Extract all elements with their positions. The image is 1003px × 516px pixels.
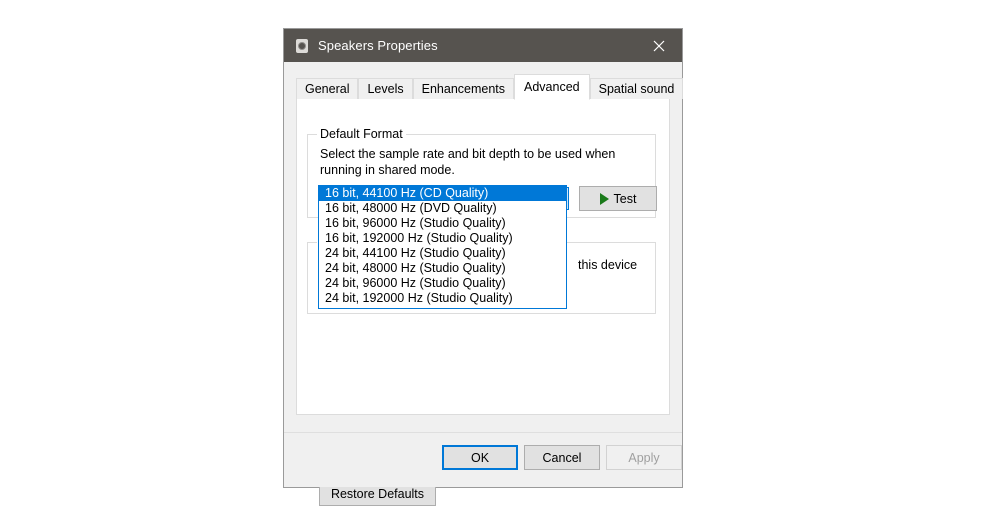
dropdown-option[interactable]: 24 bit, 48000 Hz (Studio Quality)	[319, 261, 566, 276]
dropdown-option[interactable]: 24 bit, 44100 Hz (Studio Quality)	[319, 246, 566, 261]
tab-spatial-sound[interactable]: Spatial sound	[589, 78, 684, 99]
dropdown-option[interactable]: 16 bit, 44100 Hz (CD Quality)	[319, 186, 566, 201]
test-button[interactable]: Test	[579, 186, 657, 211]
window-title: Speakers Properties	[318, 38, 438, 53]
test-button-label: Test	[613, 191, 637, 206]
tab-general[interactable]: General	[296, 78, 359, 99]
dropdown-option[interactable]: 24 bit, 192000 Hz (Studio Quality)	[319, 291, 566, 306]
tab-strip: General Levels Enhancements Advanced Spa…	[296, 71, 684, 100]
default-format-description: Select the sample rate and bit depth to …	[320, 147, 616, 177]
close-icon[interactable]	[636, 29, 682, 62]
default-format-group-title: Default Format	[317, 127, 406, 141]
dropdown-option[interactable]: 24 bit, 96000 Hz (Studio Quality)	[319, 276, 566, 291]
cancel-button-label: Cancel	[542, 450, 582, 465]
apply-button: Apply	[606, 445, 682, 470]
play-icon	[599, 192, 609, 205]
dropdown-option[interactable]: 16 bit, 96000 Hz (Studio Quality)	[319, 216, 566, 231]
tab-advanced[interactable]: Advanced	[514, 74, 590, 100]
cancel-button[interactable]: Cancel	[524, 445, 600, 470]
title-bar: Speakers Properties	[284, 29, 682, 62]
ok-button[interactable]: OK	[442, 445, 518, 470]
apply-button-label: Apply	[628, 450, 660, 465]
ok-button-label: OK	[470, 450, 490, 465]
default-format-dropdown-list[interactable]: 16 bit, 44100 Hz (CD Quality) 16 bit, 48…	[318, 185, 567, 309]
dropdown-option[interactable]: 16 bit, 48000 Hz (DVD Quality)	[319, 201, 566, 216]
restore-defaults-label: Restore Defaults	[330, 486, 425, 501]
tab-enhancements[interactable]: Enhancements	[412, 78, 515, 99]
speaker-icon	[294, 38, 310, 54]
speakers-properties-dialog: Speakers Properties General Levels Enhan…	[283, 28, 684, 506]
exclusive-mode-visible-text: this device	[578, 258, 638, 272]
dialog-button-bar: OK Cancel Apply	[284, 432, 682, 487]
tab-levels[interactable]: Levels	[358, 78, 413, 99]
dropdown-option[interactable]: 16 bit, 192000 Hz (Studio Quality)	[319, 231, 566, 246]
